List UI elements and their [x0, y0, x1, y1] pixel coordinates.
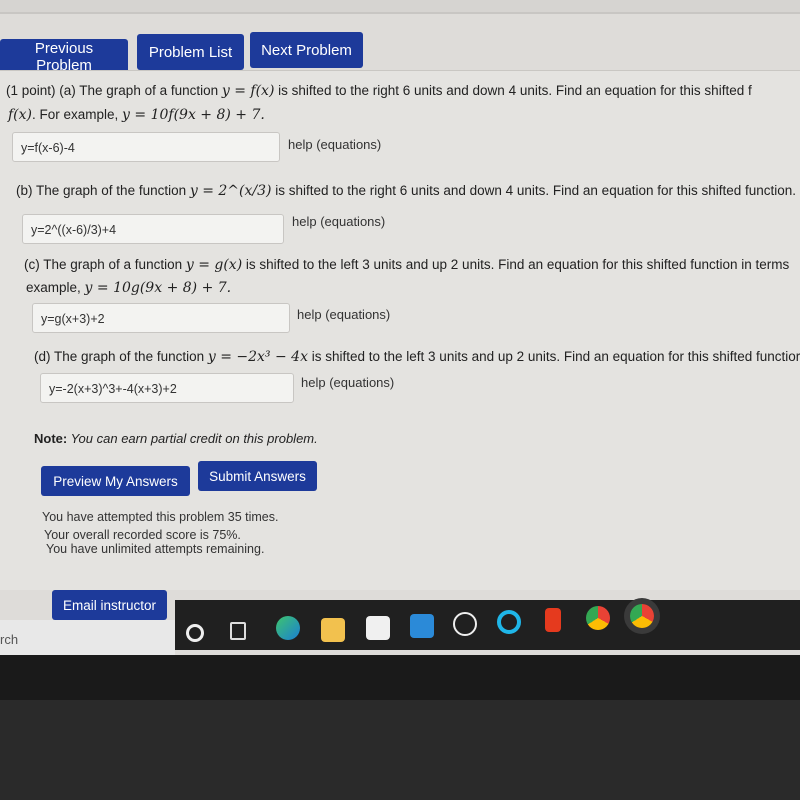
- search-text: rch: [0, 632, 19, 647]
- help-equations-link-b[interactable]: help (equations): [292, 214, 385, 229]
- answer-input-a[interactable]: y=f(x-6)-4: [12, 132, 280, 162]
- part-d-text: (d) The graph of the function y = −2x³ −…: [34, 349, 800, 365]
- part-a-rest: is shifted to the right 6 units and down…: [274, 83, 752, 98]
- problem-body: (1 point) (a) The graph of a function y …: [0, 70, 800, 590]
- score-text: Your overall recorded score is 75%.: [44, 528, 241, 542]
- answer-input-d[interactable]: y=-2(x+3)^3+-4(x+3)+2: [40, 373, 294, 403]
- part-c-text: (c) The graph of a function y = g(x) is …: [24, 257, 789, 273]
- part-c-lead: (c) The graph of a function: [24, 257, 186, 272]
- help-equations-link-d[interactable]: help (equations): [301, 375, 394, 390]
- office-icon[interactable]: [545, 608, 561, 632]
- answer-input-b[interactable]: y=2^((x-6)/3)+4: [22, 214, 284, 244]
- dell-icon[interactable]: [453, 612, 477, 636]
- next-problem-button[interactable]: Next Problem: [250, 32, 363, 68]
- part-c-example-label: example,: [26, 280, 85, 295]
- remaining-attempts-text: You have unlimited attempts remaining.: [46, 542, 265, 556]
- part-c-example: y = 10g(9x + 8) + 7.: [84, 280, 232, 296]
- alexa-icon[interactable]: [497, 610, 521, 634]
- part-a-line2: f(x). For example, y = 10f(9x + 8) + 7.: [8, 107, 265, 123]
- file-explorer-icon[interactable]: [321, 618, 345, 642]
- part-d-rest: is shifted to the left 3 units and up 2 …: [307, 349, 800, 364]
- part-a-fx: f(x): [8, 107, 33, 123]
- part-c-line2: example, y = 10g(9x + 8) + 7.: [26, 280, 231, 296]
- part-b-lead: (b) The graph of the function: [16, 183, 190, 198]
- note-text: You can earn partial credit on this prob…: [67, 431, 318, 446]
- part-a-example-label: . For example,: [32, 107, 123, 122]
- part-a-math: y = f(x): [221, 83, 275, 99]
- part-b-rest: is shifted to the right 6 units and down…: [271, 183, 797, 198]
- part-c-math: y = g(x): [185, 257, 243, 273]
- submit-answers-button[interactable]: Submit Answers: [198, 461, 317, 491]
- monitor-bezel: [0, 700, 800, 800]
- browser-page: Previous Problem Problem List Next Probl…: [0, 0, 800, 655]
- mail-icon[interactable]: [410, 614, 434, 638]
- partial-credit-note: Note: You can earn partial credit on thi…: [34, 431, 318, 446]
- part-b-math: y = 2^(x/3): [189, 183, 272, 199]
- help-equations-link-c[interactable]: help (equations): [297, 307, 390, 322]
- taskbar-search-box[interactable]: rch: [0, 620, 175, 655]
- part-a-example: y = 10f(9x + 8) + 7.: [122, 107, 265, 123]
- windows-taskbar: [175, 600, 800, 650]
- part-b-text: (b) The graph of the function y = 2^(x/3…: [16, 183, 796, 199]
- attempts-text: You have attempted this problem 35 times…: [42, 510, 279, 524]
- preview-answers-button[interactable]: Preview My Answers: [41, 466, 190, 496]
- chrome-icon[interactable]: [586, 606, 610, 630]
- problem-list-button[interactable]: Problem List: [137, 34, 244, 70]
- part-a-lead: (1 point) (a) The graph of a function: [6, 83, 222, 98]
- edge-icon[interactable]: [276, 616, 300, 640]
- answer-input-c[interactable]: y=g(x+3)+2: [32, 303, 290, 333]
- part-a-text: (1 point) (a) The graph of a function y …: [6, 83, 752, 99]
- cortana-circle-icon[interactable]: [186, 624, 204, 642]
- part-d-math: y = −2x³ − 4x: [207, 349, 308, 365]
- note-label: Note:: [34, 431, 68, 446]
- chrome-profile-icon[interactable]: [630, 604, 654, 628]
- help-equations-link-a[interactable]: help (equations): [288, 137, 381, 152]
- part-c-rest: is shifted to the left 3 units and up 2 …: [242, 257, 790, 272]
- email-instructor-button[interactable]: Email instructor: [52, 590, 167, 620]
- page-title-strip: [0, 0, 800, 14]
- task-view-icon[interactable]: [230, 622, 246, 640]
- part-d-lead: (d) The graph of the function: [34, 349, 208, 364]
- store-icon[interactable]: [366, 616, 390, 640]
